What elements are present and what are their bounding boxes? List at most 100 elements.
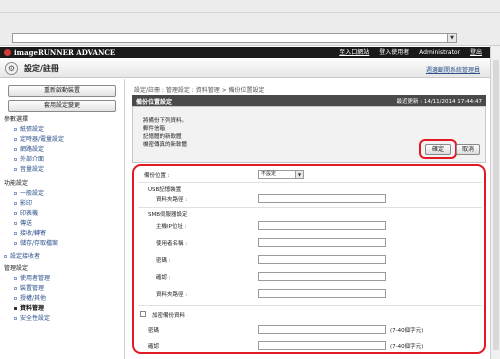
- sidebar-item-label: 設定接收者: [10, 253, 41, 260]
- info-line: 記憶體的新軟體: [143, 134, 182, 140]
- bullet-icon: [4, 255, 7, 258]
- usb-folder-label: 資料夾路徑 :: [156, 197, 188, 203]
- sidebar-item-general[interactable]: 一般設定: [14, 188, 44, 197]
- portal-link[interactable]: 至入口網站: [339, 49, 369, 56]
- encrypt-label: 加密備份資料: [152, 313, 186, 319]
- sidebar-item-label: 印表機: [20, 210, 39, 217]
- bullet-icon: [14, 128, 17, 131]
- header-links: 至入口網站 登入使用者 Administrator 登出: [331, 48, 482, 57]
- sidebar-item-timer[interactable]: 定時器/電量設定: [14, 134, 64, 143]
- smb-heading: SMB伺服器設定: [148, 212, 188, 218]
- bullet-icon: [14, 307, 17, 310]
- title-bar: ⚙ 設定/註冊 週邊斷開系統管理員: [0, 59, 490, 78]
- info-line: 郵件信箱: [143, 126, 166, 132]
- sidebar-item-label: 使用者管理: [20, 275, 51, 282]
- encrypt-checkbox[interactable]: [140, 311, 146, 317]
- backup-location-select[interactable]: 不設定 ▼: [258, 170, 304, 179]
- bullet-icon: [14, 287, 17, 290]
- username-input[interactable]: [258, 238, 386, 247]
- username: Administrator: [419, 49, 461, 56]
- sidebar-item-label: 影印: [20, 200, 33, 207]
- login-user-label: 登入使用者: [379, 49, 410, 56]
- sidebar-item-label: 安全性設定: [20, 315, 51, 322]
- sidebar-item-device-mgmt[interactable]: 裝置管理: [14, 283, 44, 292]
- sidebar-item-label: 接收/轉寄: [20, 230, 47, 237]
- sidebar-item-send[interactable]: 傳送: [14, 218, 32, 227]
- sidebar-item-copy[interactable]: 影印: [14, 198, 32, 207]
- sidebar-item-label: 外部介面: [20, 156, 45, 163]
- ok-button[interactable]: 確定: [425, 144, 451, 155]
- sidebar-item-external[interactable]: 外部介面: [14, 154, 44, 163]
- sidebar-item-paper[interactable]: 紙張設定: [14, 124, 44, 133]
- sidebar-item-data-mgmt[interactable]: 資料管理: [14, 303, 44, 312]
- sidebar-item-user-mgmt[interactable]: 使用者管理: [14, 273, 50, 282]
- sidebar-item-destinations[interactable]: 設定接收者: [4, 251, 40, 260]
- sidebar-item-volume[interactable]: 音量設定: [14, 164, 44, 173]
- sidebar-heading-preferences: 參數選擇: [4, 116, 29, 123]
- sidebar-item-label: 傳送: [20, 220, 33, 227]
- backup-location-value: 不設定: [261, 171, 277, 177]
- smb-folder-label: 資料夾路徑 :: [156, 292, 188, 298]
- sidebar-item-printer[interactable]: 印表機: [14, 208, 38, 217]
- enc-password-label: 密碼: [148, 328, 160, 334]
- sidebar-item-network[interactable]: 網路設定: [14, 144, 44, 153]
- bullet-icon: [14, 202, 17, 205]
- divider: [138, 182, 482, 183]
- canon-logo-icon: [4, 49, 11, 56]
- usb-folder-input[interactable]: [258, 194, 386, 203]
- sidebar-item-label: 資料管理: [20, 305, 45, 312]
- last-updated: 最近更新 : 14/11/2014 17:44:47: [396, 99, 482, 105]
- sidebar-item-security[interactable]: 安全性設定: [14, 313, 50, 322]
- confirm-label: 確認 :: [156, 275, 171, 281]
- host-label: 主機IP位址 :: [156, 224, 187, 230]
- address-dropdown-icon[interactable]: ▼: [447, 33, 457, 43]
- address-bar[interactable]: [12, 33, 457, 43]
- cancel-button[interactable]: 取消: [456, 144, 480, 155]
- username-label: 使用者名稱 :: [156, 241, 188, 247]
- smb-folder-input[interactable]: [258, 289, 386, 298]
- chevron-down-icon: ▼: [295, 171, 303, 178]
- enc-confirm-input[interactable]: [258, 341, 386, 350]
- sidebar-item-receive[interactable]: 接收/轉寄: [14, 228, 46, 237]
- bullet-icon: [14, 317, 17, 320]
- apply-changes-button[interactable]: 套用設定變更: [8, 100, 116, 112]
- length-hint: (7-40個字元): [390, 328, 424, 334]
- bullet-icon: [14, 148, 17, 151]
- breadcrumb: 設定/註冊 : 管理設定 : 資料管理 > 備份位置設定: [134, 87, 265, 94]
- host-input[interactable]: [258, 221, 386, 230]
- vertical-scrollbar[interactable]: [490, 46, 500, 359]
- divider: [138, 305, 482, 306]
- bullet-icon: [14, 297, 17, 300]
- sidebar-item-label: 儲存/存取檔案: [20, 240, 59, 247]
- sidebar-item-label: 定時器/電量設定: [20, 136, 65, 143]
- logout-link[interactable]: 登出: [470, 49, 482, 56]
- sidebar: 重新啟動裝置 套用設定變更 參數選擇 紙張設定 定時器/電量設定 網路設定 外部…: [0, 79, 125, 359]
- section-header: 備份位置設定 最近更新 : 14/11/2014 17:44:47: [132, 95, 486, 106]
- bullet-icon: [14, 222, 17, 225]
- bullet-icon: [14, 232, 17, 235]
- sidebar-item-store[interactable]: 儲存/存取檔案: [14, 238, 58, 247]
- restart-device-button[interactable]: 重新啟動裝置: [8, 85, 116, 97]
- bullet-icon: [14, 192, 17, 195]
- browser-chrome: ▼: [0, 0, 500, 46]
- sidebar-heading-functions: 功能設定: [4, 180, 29, 187]
- enc-password-input[interactable]: [258, 325, 386, 334]
- brand-name: imageRUNNER ADVANCE: [14, 48, 116, 57]
- password-input[interactable]: [258, 255, 386, 264]
- sidebar-item-label: 紙張設定: [20, 126, 45, 133]
- sidebar-item-license[interactable]: 授權/其他: [14, 293, 46, 302]
- settings-gear-icon: ⚙: [5, 62, 18, 75]
- enc-confirm-label: 確認: [148, 344, 160, 350]
- sidebar-item-label: 裝置管理: [20, 285, 45, 292]
- usb-heading: USB記憶裝置: [148, 187, 182, 193]
- top-header: imageRUNNER ADVANCE 至入口網站 登入使用者 Administ…: [0, 47, 490, 58]
- bullet-icon: [14, 158, 17, 161]
- info-line: 機密傳真的新軟體: [143, 142, 188, 148]
- section-title: 備份位置設定: [136, 99, 173, 106]
- backup-form: 備份位置 : 不設定 ▼ USB記憶裝置 資料夾路徑 : SMB伺服器設定 主機…: [132, 164, 486, 354]
- bullet-icon: [14, 138, 17, 141]
- scrollbar-thumb[interactable]: [493, 60, 499, 350]
- confirm-input[interactable]: [258, 272, 386, 281]
- system-manager-link[interactable]: 週邊斷開系統管理員: [426, 65, 480, 74]
- sidebar-item-label: 授權/其他: [20, 295, 47, 302]
